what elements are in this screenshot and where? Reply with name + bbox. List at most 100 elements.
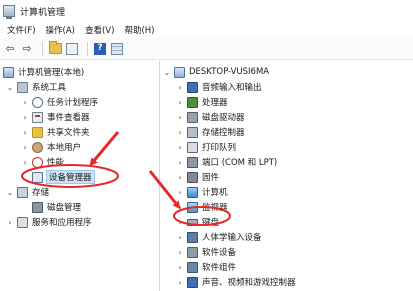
device-category-software-components[interactable]: › 软件组件 [176,260,236,274]
device-tree-root[interactable]: ⌄ DESKTOP-VUSI6MA [163,65,269,79]
tree-item-shared-folders[interactable]: › 共享文件夹 [21,125,90,139]
menu-file[interactable]: 文件(F) [2,24,41,36]
chevron-down-icon[interactable]: ⌄ [6,188,14,197]
left-tree-pane: 计算机管理(本地) ⌄ 系统工具 › 任务计划程序 › 事件查看器 › 共享文件… [0,61,160,291]
chevron-right-icon[interactable]: › [176,113,184,122]
toolbar: ⇦ ⇨ ? [0,38,413,60]
menu-view[interactable]: 查看(V) [80,24,119,36]
help-button[interactable]: ? [93,42,107,56]
device-category-label: 端口 (COM 和 LPT) [202,158,278,168]
chevron-right-icon[interactable]: › [176,143,184,152]
chevron-right-icon[interactable]: › [176,203,184,212]
tree-item-services[interactable]: › 服务和应用程序 [6,215,92,229]
device-manager-icon [32,171,43,183]
chevron-right-icon[interactable]: › [6,218,14,227]
device-category-audio[interactable]: › 音频输入和输出 [176,80,262,94]
toolbar-separator [42,41,43,56]
folder-up-button[interactable] [48,41,62,56]
device-tree-pane: ⌄ DESKTOP-VUSI6MA › 音频输入和输出 › 处理器 › 磁盘驱动… [161,61,413,291]
tree-item-disk-management[interactable]: 磁盘管理 [32,200,81,214]
device-category-label: 软件设备 [202,248,237,258]
device-tree-root-label: DESKTOP-VUSI6MA [189,67,270,77]
services-icon [17,216,28,228]
device-category-software-devices[interactable]: › 软件设备 [176,245,236,259]
device-category-label: 计算机 [202,188,228,198]
device-category-label: 固件 [202,173,220,183]
chevron-right-icon[interactable]: › [176,233,184,242]
chevron-right-icon[interactable]: › [176,128,184,137]
tree-item-label: 系统工具 [32,83,67,93]
tree-item-device-manager[interactable]: 设备管理器 [32,170,95,184]
properties-button[interactable] [110,42,124,56]
software-device-icon [187,246,198,258]
device-category-storage-controllers[interactable]: › 存储控制器 [176,125,245,139]
device-category-keyboards[interactable]: › 键盘 [176,215,219,229]
device-category-ports[interactable]: › 端口 (COM 和 LPT) [176,155,277,169]
device-category-label: 处理器 [202,98,228,108]
chevron-right-icon[interactable]: › [21,113,29,122]
computer-management-icon [3,5,15,19]
show-hide-tree-button[interactable] [65,42,79,56]
chevron-right-icon[interactable]: › [176,218,184,227]
tree-item-root[interactable]: 计算机管理(本地) [3,65,84,79]
device-category-monitors[interactable]: › 监视器 [176,200,228,214]
toolbar-separator [87,41,88,56]
chevron-right-icon[interactable]: › [176,98,184,107]
audio-icon [187,81,198,93]
chevron-right-icon[interactable]: › [176,83,184,92]
chevron-right-icon[interactable]: › [176,263,184,272]
tree-item-event-viewer[interactable]: › 事件查看器 [21,110,90,124]
chevron-right-icon[interactable]: › [21,158,29,167]
device-category-firmware[interactable]: › 固件 [176,170,219,184]
performance-icon [32,156,43,168]
tree-item-storage[interactable]: ⌄ 存储 [6,185,49,199]
chevron-right-icon[interactable]: › [176,158,184,167]
window-title: 计算机管理 [20,7,66,18]
device-category-hid[interactable]: › 人体学输入设备 [176,230,262,244]
chevron-right-icon[interactable]: › [176,248,184,257]
tree-item-local-users[interactable]: › 本地用户 [21,140,81,154]
tree-item-label: 任务计划程序 [47,98,99,108]
tree-item-performance[interactable]: › 性能 [21,155,64,169]
storage-controller-icon [187,126,198,138]
printer-icon [187,141,198,153]
tree-item-task-scheduler[interactable]: › 任务计划程序 [21,95,98,109]
tree-item-system-tools[interactable]: ⌄ 系统工具 [6,80,66,94]
back-arrow-icon[interactable]: ⇦ [3,42,17,56]
tree-item-label: 性能 [47,158,65,168]
disk-drive-icon [187,111,198,123]
device-category-label: 磁盘驱动器 [202,113,245,123]
device-category-computer[interactable]: › 计算机 [176,185,228,199]
device-category-label: 监视器 [202,203,228,213]
keyboard-icon [187,218,198,226]
device-category-label: 打印队列 [202,143,237,153]
disk-icon [32,201,43,213]
device-category-print-queues[interactable]: › 打印队列 [176,140,236,154]
chevron-down-icon[interactable]: ⌄ [163,68,171,77]
folder-up-icon [48,41,62,54]
menu-action[interactable]: 操作(A) [41,24,80,36]
shared-folder-icon [32,126,43,138]
help-icon: ? [94,42,106,55]
device-category-processor[interactable]: › 处理器 [176,95,228,109]
chevron-right-icon[interactable]: › [176,188,184,197]
tree-item-label: 存储 [32,188,50,198]
menu-help[interactable]: 帮助(H) [119,24,159,36]
software-component-icon [187,261,198,273]
device-category-sound-video[interactable]: › 声音、视频和游戏控制器 [176,275,296,289]
device-category-disk-drives[interactable]: › 磁盘驱动器 [176,110,245,124]
chevron-right-icon[interactable]: › [176,173,184,182]
tree-item-label: 本地用户 [47,143,82,153]
chevron-down-icon[interactable]: ⌄ [6,83,14,92]
forward-arrow-icon[interactable]: ⇨ [20,42,34,56]
chevron-right-icon[interactable]: › [21,143,29,152]
chevron-right-icon[interactable]: › [21,128,29,137]
chevron-right-icon[interactable]: › [21,98,29,107]
sound-video-icon [187,276,198,288]
show-hide-tree-icon [66,42,78,55]
tools-icon [17,81,28,93]
tree-item-label: 共享文件夹 [47,128,90,138]
port-icon [187,156,198,168]
computer-category-icon [187,186,198,198]
chevron-right-icon[interactable]: › [176,278,184,287]
